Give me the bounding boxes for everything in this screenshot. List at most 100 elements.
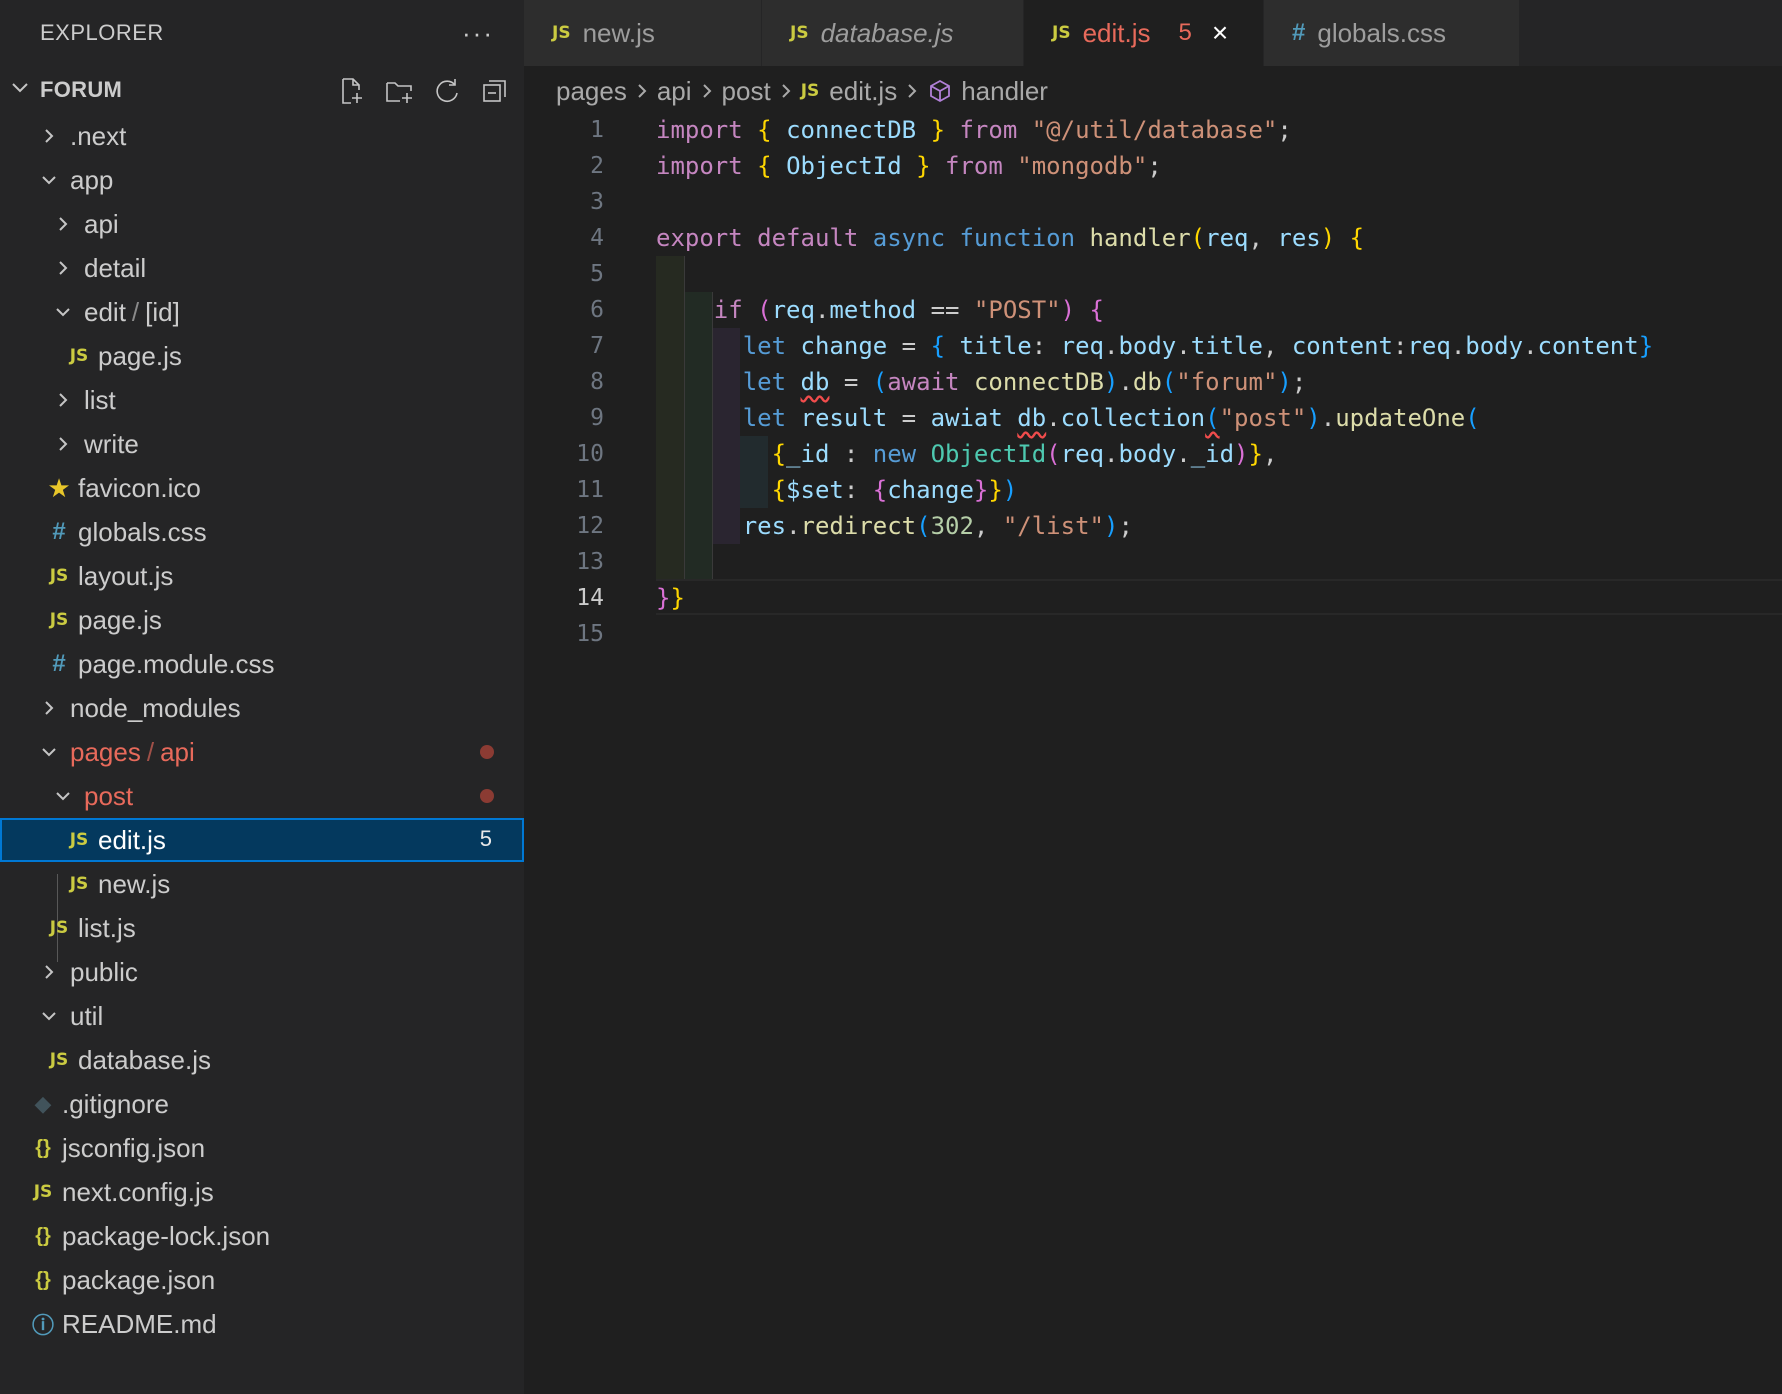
- tree-file-next-config-js[interactable]: JS next.config.js: [0, 1170, 524, 1214]
- tree-file-database-js[interactable]: JS database.js: [0, 1038, 524, 1082]
- vscode-window: EXPLORER ··· FORUM .next app api detail …: [0, 0, 1782, 1394]
- json-file-icon: {}: [35, 1224, 51, 1247]
- tree-file-package-lock-json[interactable]: {} package-lock.json: [0, 1214, 524, 1258]
- editor-tab-bar: JS new.js JS database.js JS edit.js 5 × …: [524, 0, 1782, 66]
- tree-folder-public[interactable]: public: [0, 950, 524, 994]
- tree-item-label: node_modules: [70, 692, 241, 723]
- code-line: 13: [524, 544, 1782, 580]
- tree-file-layout-js[interactable]: JS layout.js: [0, 554, 524, 598]
- explorer-sidebar: EXPLORER ··· FORUM .next app api detail …: [0, 0, 524, 1394]
- javascript-file-icon: JS: [33, 1182, 53, 1202]
- refresh-icon[interactable]: [430, 74, 464, 108]
- tab-label: edit.js: [1082, 17, 1151, 48]
- json-file-icon: {}: [35, 1268, 51, 1291]
- tab-new-js[interactable]: JS new.js: [524, 0, 762, 66]
- chevron-right-icon: [50, 391, 76, 409]
- symbol-method-cube-icon: [927, 78, 953, 104]
- tree-item-label-suffix: [id]: [145, 296, 180, 327]
- tree-item-label: public: [70, 956, 138, 987]
- info-icon: ⓘ: [31, 1313, 54, 1338]
- tab-globals-css[interactable]: # globals.css: [1264, 0, 1520, 66]
- tree-file-edit-page-js[interactable]: JS page.js: [0, 334, 524, 378]
- code-editor[interactable]: 1 import { connectDB } from "@/util/data…: [524, 112, 1782, 1394]
- collapse-all-icon[interactable]: [478, 74, 512, 108]
- chevron-right-icon: [635, 82, 649, 100]
- tree-file-gitignore[interactable]: ◆ .gitignore: [0, 1082, 524, 1126]
- tree-file-app-page-js[interactable]: JS page.js: [0, 598, 524, 642]
- tree-item-label: package.json: [62, 1264, 216, 1295]
- code-text: }}: [656, 584, 685, 612]
- tree-folder-post[interactable]: post: [0, 774, 524, 818]
- code-line: 7 let change = { title: req.body.title, …: [524, 328, 1782, 364]
- tree-folder-util[interactable]: util: [0, 994, 524, 1038]
- explorer-header: EXPLORER ···: [0, 0, 524, 66]
- code-line: 11 {$set: {change}}): [524, 472, 1782, 508]
- line-number: 5: [590, 261, 604, 287]
- close-icon[interactable]: ×: [1212, 17, 1228, 49]
- tree-file-favicon[interactable]: ★ favicon.ico: [0, 466, 524, 510]
- line-number: 14: [576, 585, 604, 611]
- tree-folder-edit-id[interactable]: edit / [id]: [0, 290, 524, 334]
- javascript-file-icon: JS: [552, 23, 571, 43]
- path-separator: /: [131, 296, 140, 327]
- line-number: 12: [576, 513, 604, 539]
- tree-file-edit-js[interactable]: JS edit.js 5: [0, 818, 524, 862]
- breadcrumb-item[interactable]: pages: [556, 76, 627, 107]
- javascript-file-icon: JS: [49, 918, 69, 938]
- javascript-file-icon: JS: [49, 566, 69, 586]
- chevron-down-icon: [50, 787, 76, 805]
- tree-file-package-json[interactable]: {} package.json: [0, 1258, 524, 1302]
- workspace-section-header[interactable]: FORUM: [0, 66, 524, 114]
- tree-item-label: new.js: [98, 868, 171, 899]
- tab-database-js[interactable]: JS database.js: [762, 0, 1024, 66]
- breadcrumb-item[interactable]: post: [722, 76, 771, 107]
- code-text: let change = { title: req.body.title, co…: [742, 332, 1654, 360]
- git-modified-dot: [480, 745, 494, 759]
- code-line: 9 let result = awiat db.collection("post…: [524, 400, 1782, 436]
- tree-file-readme-md[interactable]: ⓘ README.md: [0, 1302, 524, 1346]
- tree-item-label: page.js: [98, 340, 182, 371]
- code-text: if (req.method == "POST") {: [713, 296, 1104, 324]
- tree-folder-list[interactable]: list: [0, 378, 524, 422]
- tab-edit-js[interactable]: JS edit.js 5 ×: [1024, 0, 1264, 66]
- code-line: 4 export default async function handler(…: [524, 220, 1782, 256]
- tree-item-label: .next: [70, 120, 127, 151]
- code-text: let result = awiat db.collection("post")…: [742, 404, 1480, 432]
- breadcrumb-item[interactable]: edit.js: [829, 76, 897, 107]
- tree-item-label: globals.css: [78, 516, 207, 547]
- tree-file-jsconfig-json[interactable]: {} jsconfig.json: [0, 1126, 524, 1170]
- tree-item-label: edit: [84, 296, 126, 327]
- breadcrumb-item[interactable]: api: [657, 76, 692, 107]
- git-diamond-icon: ◆: [34, 1091, 52, 1116]
- tree-file-new-js[interactable]: JS new.js: [0, 862, 524, 906]
- tree-folder-api[interactable]: api: [0, 202, 524, 246]
- new-file-icon[interactable]: [334, 74, 368, 108]
- tree-item-label: app: [70, 164, 114, 195]
- line-number: 7: [590, 333, 604, 359]
- tree-folder-pages-api[interactable]: pages / api: [0, 730, 524, 774]
- tree-file-list-js[interactable]: JS list.js: [0, 906, 524, 950]
- tree-folder-detail[interactable]: detail: [0, 246, 524, 290]
- line-number: 10: [576, 441, 604, 467]
- tree-folder-node-modules[interactable]: node_modules: [0, 686, 524, 730]
- tree-file-globals-css[interactable]: # globals.css: [0, 510, 524, 554]
- tree-item-label: write: [84, 428, 139, 459]
- tree-item-label: favicon.ico: [78, 472, 201, 503]
- tree-file-page-module-css[interactable]: # page.module.css: [0, 642, 524, 686]
- more-actions-icon[interactable]: ···: [462, 18, 494, 49]
- tree-folder-write[interactable]: write: [0, 422, 524, 466]
- code-line: 3: [524, 184, 1782, 220]
- breadcrumb: pages api post JS edit.js handler: [556, 70, 1048, 112]
- chevron-right-icon: [36, 127, 62, 145]
- breadcrumb-item[interactable]: handler: [961, 76, 1048, 107]
- chevron-down-icon: [50, 303, 76, 321]
- code-text: import { ObjectId } from "mongodb";: [656, 152, 1162, 180]
- tree-item-label: next.config.js: [62, 1176, 214, 1207]
- tree-folder-next[interactable]: .next: [0, 114, 524, 158]
- chevron-right-icon: [50, 215, 76, 233]
- new-folder-icon[interactable]: [382, 74, 416, 108]
- code-line: 15: [524, 616, 1782, 652]
- tree-item-label: edit.js: [98, 824, 166, 855]
- problem-count-badge: 5: [479, 826, 492, 851]
- tree-folder-app[interactable]: app: [0, 158, 524, 202]
